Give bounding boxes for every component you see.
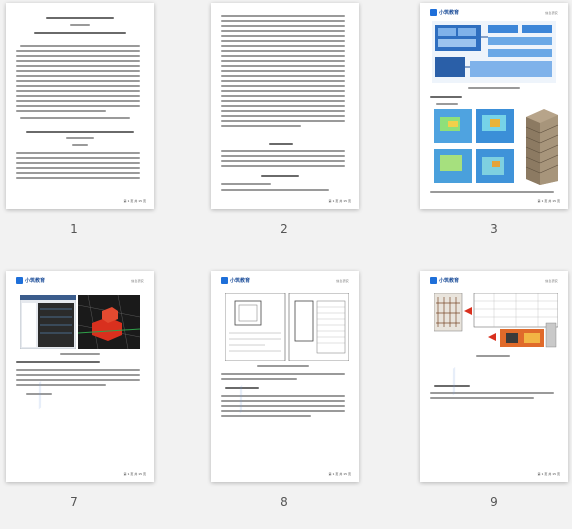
brand-logo: 小筑教育	[221, 277, 250, 284]
logo-mark-icon	[430, 9, 437, 16]
page-header: 信息研究	[131, 279, 144, 283]
page-header: 信息研究	[545, 279, 558, 283]
page-thumbnail-1[interactable]: 第 1 页 共 15 页	[6, 3, 154, 209]
page-footer: 第 1 页 共 15 页	[537, 199, 561, 203]
page-footer: 第 1 页 共 15 页	[328, 199, 352, 203]
page-number-label: 7	[70, 495, 78, 509]
watermark: ⟋	[438, 364, 472, 400]
building-model-image	[525, 109, 559, 185]
page-number-label: 2	[280, 222, 288, 236]
logo-text: 小筑教育	[439, 10, 460, 16]
page-thumbnail-9[interactable]: 小筑教育 信息研究 ⟋ 第 1 页 共 15 页	[420, 271, 568, 482]
page-footer: 第 1 页 共 15 页	[537, 472, 561, 476]
page-header: 信息研究	[545, 11, 558, 15]
page-number-label: 9	[490, 495, 498, 509]
logo-text: 小筑教育	[230, 278, 251, 284]
page-footer: 第 1 页 共 15 页	[328, 472, 352, 476]
simulation-images	[434, 109, 514, 183]
page-footer: 第 1 页 共 15 页	[123, 199, 147, 203]
brand-logo: 小筑教育	[430, 277, 459, 284]
construction-drawings	[225, 293, 349, 361]
software-screenshot	[20, 295, 76, 349]
logo-text: 小筑教育	[439, 278, 460, 284]
brand-logo: 小筑教育	[430, 9, 459, 16]
page-number-label: 3	[490, 222, 498, 236]
page-thumbnail-3[interactable]: 小筑教育 信息研究 第 1 页 共 15 页	[420, 3, 568, 209]
page-thumbnail-7[interactable]: 小筑教育 信息研究 ⟋ 第 1 页 共 15 页	[6, 271, 154, 482]
page-header: 信息研究	[336, 279, 349, 283]
page-thumbnail-8[interactable]: 小筑教育 信息研究 ⟋ 第 1 页 共 15 页	[211, 271, 359, 482]
page-thumbnail-2[interactable]: 第 1 页 共 15 页	[211, 3, 359, 209]
logo-text: 小筑教育	[25, 278, 46, 284]
rebar-processing-images	[434, 293, 558, 348]
page-number-label: 8	[280, 495, 288, 509]
logo-mark-icon	[430, 277, 437, 284]
page-footer: 第 1 页 共 15 页	[123, 472, 147, 476]
logo-mark-icon	[221, 277, 228, 284]
bim-framework-diagram	[432, 21, 556, 83]
clash-detection-view	[78, 295, 140, 349]
logo-mark-icon	[16, 277, 23, 284]
figure-caption	[60, 353, 100, 355]
page-number-label: 1	[70, 222, 78, 236]
brand-logo: 小筑教育	[16, 277, 45, 284]
